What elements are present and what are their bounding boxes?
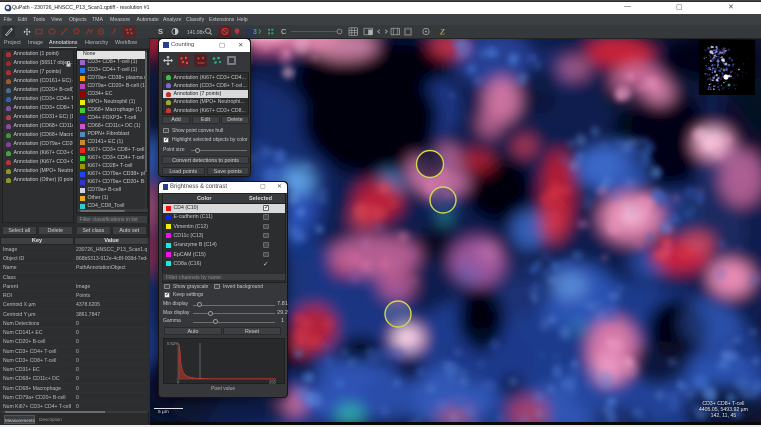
svg-text:3: 3 xyxy=(253,29,257,36)
svg-text:C: C xyxy=(281,27,287,36)
svg-text:141.08x: 141.08x xyxy=(187,30,205,36)
svg-text:255: 255 xyxy=(269,380,277,385)
svg-text:0: 0 xyxy=(177,380,180,385)
svg-text:Z: Z xyxy=(439,27,445,36)
svg-text:0.62%: 0.62% xyxy=(167,341,179,346)
svg-text:S: S xyxy=(158,27,163,36)
